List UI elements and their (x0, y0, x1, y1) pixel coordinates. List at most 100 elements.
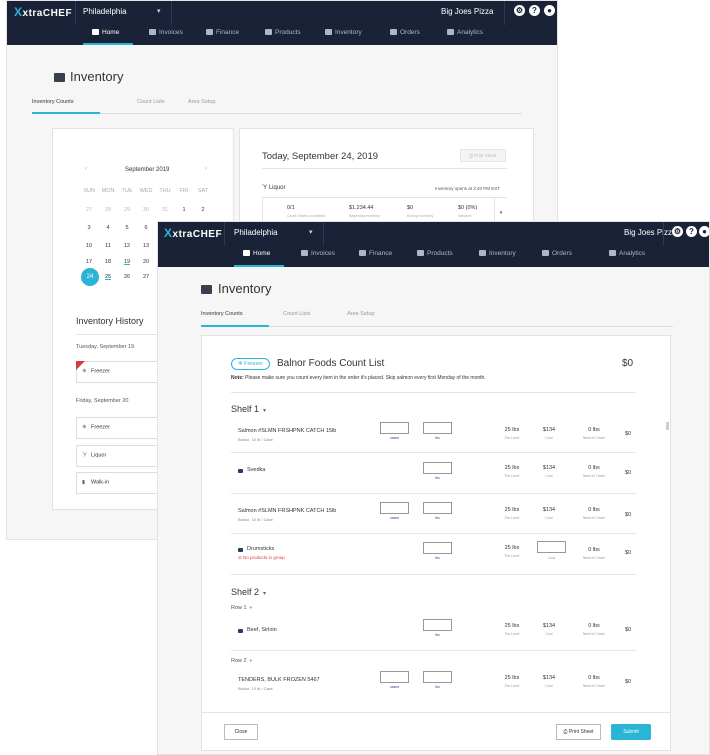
meat-icon (238, 629, 243, 633)
submit-button[interactable]: Submit (611, 724, 651, 740)
calendar-day-selected[interactable]: 24 (81, 268, 99, 286)
calendar-day[interactable]: 4 (99, 225, 117, 231)
home-icon (92, 29, 99, 35)
chevron-down-icon[interactable]: ▾ (309, 228, 313, 236)
user-icon[interactable]: ● (699, 226, 709, 237)
calendar-day[interactable]: 17 (80, 259, 98, 265)
history-card-liquor[interactable]: Ύ Liquor (76, 445, 168, 467)
nav-finance[interactable]: Finance (206, 29, 239, 36)
history-card-walk-in[interactable]: ▮ Walk-in (76, 472, 168, 494)
nav-home[interactable]: Home (92, 29, 119, 36)
inventory-icon (54, 73, 65, 82)
lbs-qty-input[interactable] (423, 462, 452, 474)
print-sheet-button[interactable]: ⎙ Print Sheet (556, 724, 601, 740)
tab-inventory-counts[interactable]: Inventory Counts (32, 99, 74, 105)
calendar-day[interactable]: 20 (137, 259, 155, 265)
gear-icon[interactable]: ⚙ (514, 5, 525, 16)
print-sheet-button[interactable]: ⎙ Print Sheet (460, 149, 506, 162)
tab-area-setup[interactable]: Area Setup (347, 311, 375, 317)
chevron-down-icon: ▾ (263, 591, 267, 597)
nav-orders[interactable]: Orders (390, 29, 420, 36)
brand-logo[interactable]: XxtraCHEF (164, 226, 222, 240)
calendar-day[interactable]: 25 (99, 274, 117, 280)
case-qty-input[interactable] (380, 502, 409, 514)
inventory-icon (325, 29, 332, 35)
calendar-day[interactable]: 2 (194, 207, 212, 213)
nav-inventory[interactable]: Inventory (479, 250, 516, 257)
lbs-qty-input[interactable] (423, 619, 452, 631)
calendar-day[interactable]: 31 (156, 207, 174, 213)
door-icon: ▮ (82, 479, 86, 486)
calendar-day[interactable]: 6 (137, 225, 155, 231)
nav-inventory[interactable]: Inventory (325, 29, 362, 36)
orders-icon (390, 29, 397, 35)
calendar-day[interactable]: 1 (175, 207, 193, 213)
area-liquor-header[interactable]: Ύ Liquor (262, 185, 286, 191)
next-month-icon[interactable]: › (205, 166, 207, 172)
case-qty-input[interactable] (380, 671, 409, 683)
calendar-day[interactable]: 30 (137, 207, 155, 213)
cocktail-icon: Ύ (82, 452, 87, 459)
calendar-day[interactable]: 18 (99, 259, 117, 265)
user-icon[interactable]: ● (544, 5, 555, 16)
location-selector[interactable]: Philadelphia (234, 228, 278, 237)
row-header[interactable]: Row 1 ▾ (231, 605, 252, 611)
calendar-day[interactable]: 28 (99, 207, 117, 213)
nav-products[interactable]: Products (265, 29, 301, 36)
tab-count-lists[interactable]: Count Lists (137, 99, 165, 105)
nav-invoices[interactable]: Invoices (149, 29, 183, 36)
history-card-freezer[interactable]: ❄ Freezer (76, 361, 168, 383)
calendar-day[interactable]: 11 (99, 243, 117, 249)
row-header[interactable]: Row 2 ▾ (231, 658, 252, 664)
tab-count-lists[interactable]: Count Lists (283, 311, 311, 317)
need-label: Need to Order (582, 632, 606, 636)
case-qty-input[interactable] (380, 422, 409, 434)
prev-month-icon[interactable]: ‹ (85, 166, 87, 172)
nav-home[interactable]: Home (243, 250, 270, 257)
calendar-day[interactable]: 12 (118, 243, 136, 249)
par-value: 25 lbs (504, 465, 520, 471)
calendar-day[interactable]: 10 (80, 243, 98, 249)
close-button[interactable]: Close (224, 724, 258, 740)
calendar-day[interactable]: 27 (80, 207, 98, 213)
calendar-day[interactable]: 19 (118, 259, 136, 265)
chevron-down-icon[interactable]: ▾ (157, 7, 161, 15)
location-selector[interactable]: Philadelphia (83, 7, 127, 16)
nav-invoices[interactable]: Invoices (301, 250, 335, 257)
tab-inventory-counts[interactable]: Inventory Counts (201, 311, 243, 317)
nav-orders[interactable]: Orders (542, 250, 572, 257)
calendar-day[interactable]: 3 (80, 225, 98, 231)
item-name: TENDERS, BULK FROZEN 5467 (238, 677, 320, 683)
dow-label: SAT (197, 188, 209, 194)
nav-analytics[interactable]: Analytics (609, 250, 645, 257)
input-unit-label: cases (389, 685, 400, 689)
calendar-day[interactable]: 26 (118, 274, 136, 280)
help-icon[interactable]: ? (529, 5, 540, 16)
scrollbar-thumb[interactable] (666, 422, 669, 430)
calendar-day[interactable]: 29 (118, 207, 136, 213)
calendar-day[interactable]: 5 (118, 225, 136, 231)
calendar-day[interactable]: 27 (137, 274, 155, 280)
business-name[interactable]: Big Joes Pizza (441, 7, 493, 16)
cost-label: Cost (547, 556, 556, 560)
brand-logo[interactable]: XxtraCHEF (14, 5, 72, 19)
shelf-header[interactable]: Shelf 2 ▾ (231, 587, 266, 597)
business-name[interactable]: Big Joes Pizza (624, 228, 676, 237)
nav-products[interactable]: Products (417, 250, 453, 257)
nav-analytics[interactable]: Analytics (447, 29, 483, 36)
calendar-day[interactable]: 13 (137, 243, 155, 249)
shelf-header[interactable]: Shelf 1 ▾ (231, 404, 266, 414)
nav-finance[interactable]: Finance (359, 250, 392, 257)
gear-icon[interactable]: ⚙ (672, 226, 683, 237)
tab-area-setup[interactable]: Area Setup (188, 99, 216, 105)
lbs-qty-input[interactable] (423, 502, 452, 514)
lbs-qty-input[interactable] (423, 422, 452, 434)
folder-icon (238, 548, 243, 552)
analytics-icon (609, 250, 616, 256)
history-card-freezer[interactable]: ❄ Freezer (76, 417, 168, 439)
help-icon[interactable]: ? (686, 226, 697, 237)
lbs-qty-input[interactable] (423, 542, 452, 554)
lbs-qty-input[interactable] (423, 671, 452, 683)
cost-value: $134 (542, 507, 556, 513)
cost-input[interactable] (537, 541, 566, 553)
